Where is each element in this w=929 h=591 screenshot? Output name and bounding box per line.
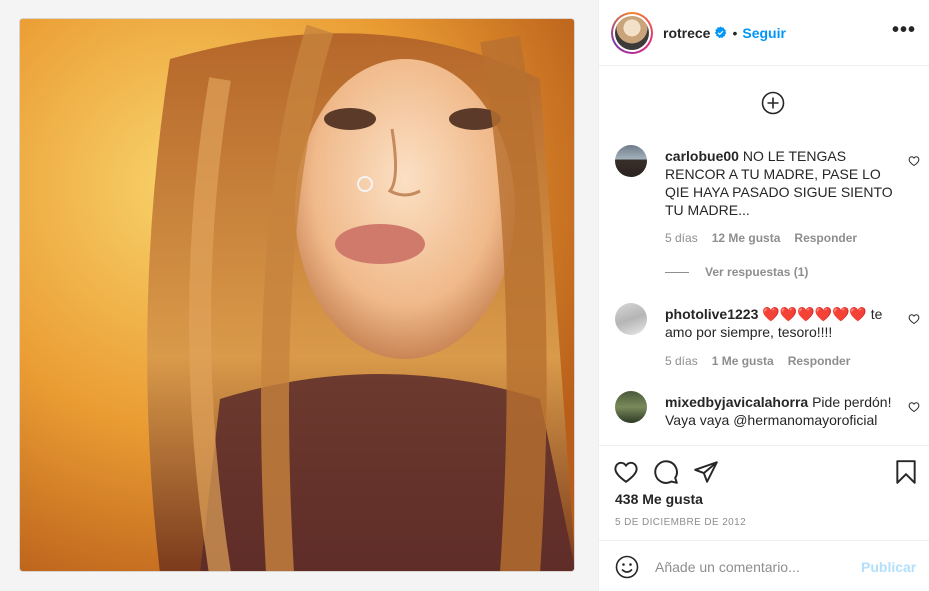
post-header: rotrece • Seguir ••• xyxy=(599,0,929,66)
reply-button[interactable]: Responder xyxy=(788,354,851,368)
comment-username[interactable]: carlobue00 xyxy=(665,148,739,164)
post-date: 5 DE DICIEMBRE DE 2012 xyxy=(615,517,747,528)
comments-list: carlobue00 NO LE TENGAS RENCOR A TU MADR… xyxy=(599,67,929,445)
share-icon[interactable] xyxy=(693,459,719,485)
comment-like-heart-icon[interactable] xyxy=(908,313,920,325)
comment-icon[interactable] xyxy=(653,459,679,485)
follow-button[interactable]: Seguir xyxy=(742,25,786,41)
author-avatar-inner xyxy=(613,13,651,52)
comment-username[interactable]: photolive1223 xyxy=(665,306,758,322)
comment-likes[interactable]: 1 Me gusta xyxy=(712,354,774,368)
comment-item: mixedbyjavicalahorra Pide perdón! Vaya v… xyxy=(615,391,920,445)
comment-input[interactable] xyxy=(655,558,845,575)
comment-like-heart-icon[interactable] xyxy=(908,155,920,167)
likes-count[interactable]: 438 Me gusta xyxy=(615,491,703,507)
add-comment-bar: Publicar xyxy=(599,540,929,591)
verified-badge-icon xyxy=(715,26,727,39)
author-avatar[interactable] xyxy=(611,11,653,54)
comment-avatar[interactable] xyxy=(615,145,647,177)
comment-meta: 5 días 1 Me gusta Responder xyxy=(665,354,850,368)
comment-username[interactable]: mixedbyjavicalahorra xyxy=(665,394,808,410)
replies-divider xyxy=(665,271,689,273)
post-photo-area xyxy=(0,0,598,591)
post-sidebar: rotrece • Seguir ••• carlobue00 NO LE TE… xyxy=(598,0,929,591)
header-separator: • xyxy=(732,24,738,41)
view-replies-button[interactable]: Ver respuestas (1) xyxy=(665,265,808,279)
comment-time: 5 días xyxy=(665,231,698,245)
post-photo[interactable] xyxy=(19,18,575,572)
comment-item: carlobue00 NO LE TENGAS RENCOR A TU MADR… xyxy=(615,145,920,285)
plus-circle-icon[interactable] xyxy=(761,91,785,115)
comment-body: photolive1223 ❤️❤️❤️❤️❤️❤️ te amo por si… xyxy=(665,305,893,341)
post-photo-illustration xyxy=(20,19,574,571)
comment-avatar[interactable] xyxy=(615,391,647,423)
comment-avatar[interactable] xyxy=(615,303,647,335)
author-avatar-image xyxy=(615,15,649,50)
comment-time: 5 días xyxy=(665,354,698,368)
comment-likes[interactable]: 12 Me gusta xyxy=(712,231,781,245)
more-options-icon[interactable]: ••• xyxy=(892,20,916,40)
bookmark-icon[interactable] xyxy=(893,459,919,485)
emoji-icon[interactable] xyxy=(615,555,639,579)
author-username[interactable]: rotrece xyxy=(663,25,710,41)
comment-body: mixedbyjavicalahorra Pide perdón! Vaya v… xyxy=(665,393,893,429)
heart-icon[interactable] xyxy=(613,459,639,485)
reply-button[interactable]: Responder xyxy=(794,231,857,245)
post-actions: 438 Me gusta 5 DE DICIEMBRE DE 2012 Publ… xyxy=(599,445,929,591)
comment-meta: 5 días 12 Me gusta Responder xyxy=(665,231,857,245)
publish-button[interactable]: Publicar xyxy=(861,559,916,575)
comment-like-heart-icon[interactable] xyxy=(908,401,920,413)
view-replies-label: Ver respuestas (1) xyxy=(705,265,809,279)
comment-item: photolive1223 ❤️❤️❤️❤️❤️❤️ te amo por si… xyxy=(615,303,920,373)
comment-body: carlobue00 NO LE TENGAS RENCOR A TU MADR… xyxy=(665,147,893,219)
